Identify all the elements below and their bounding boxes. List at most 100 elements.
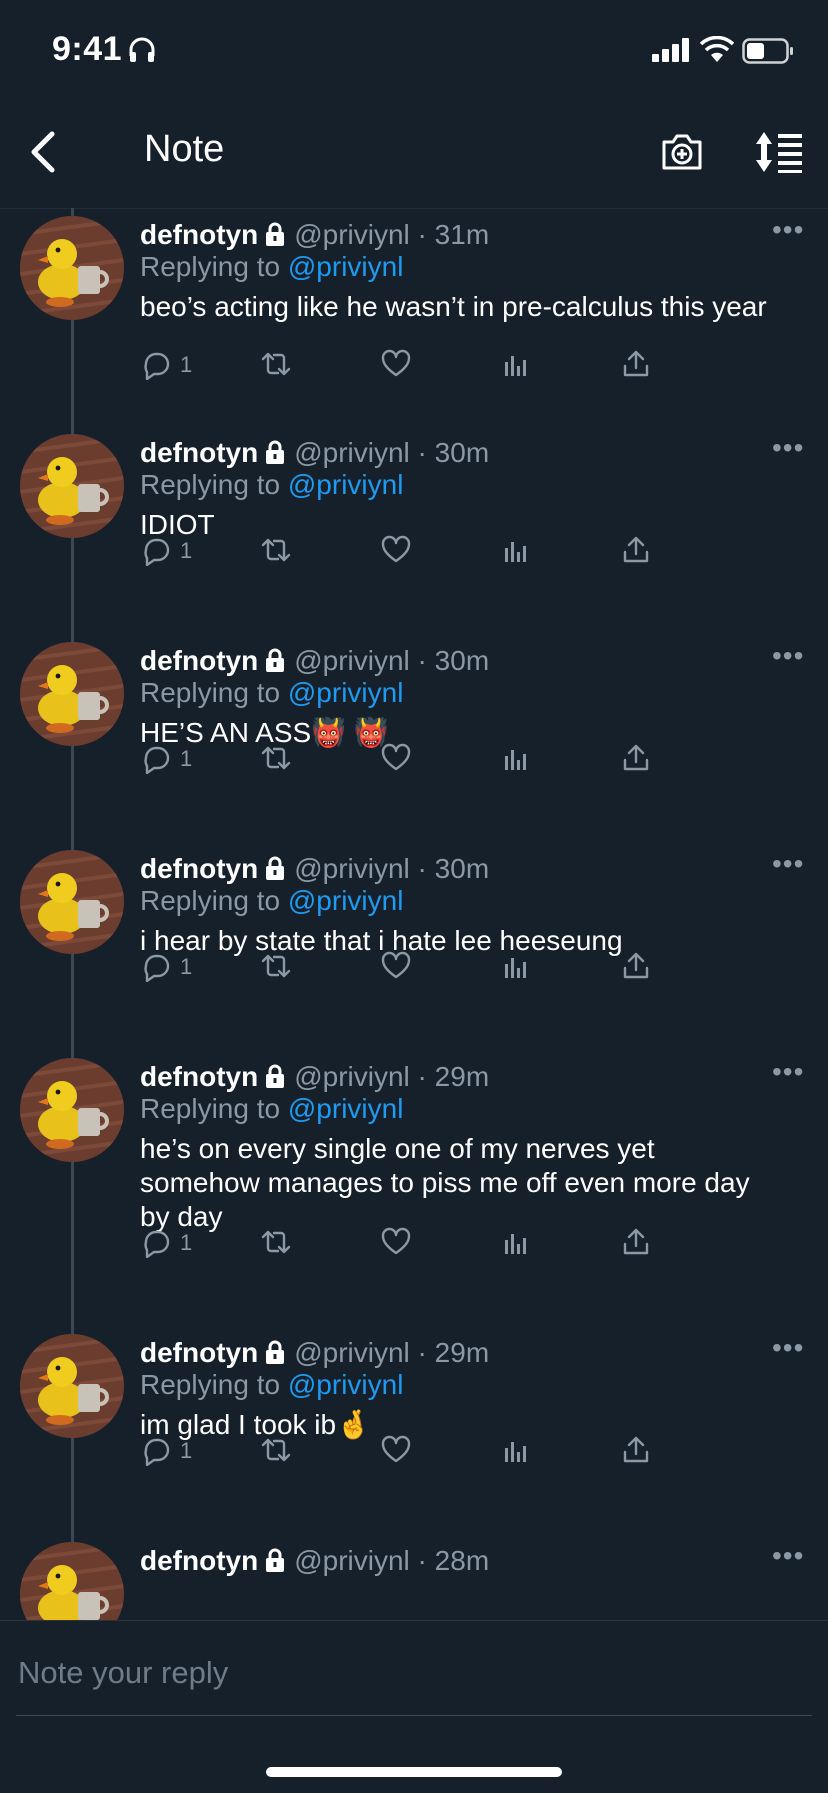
- lock-icon: [262, 1063, 288, 1089]
- back-chevron-icon[interactable]: [26, 128, 62, 176]
- analytics-icon: [500, 958, 532, 986]
- reply-icon: [140, 746, 172, 778]
- tweet-text: he’s on every single one of my nerves ye…: [140, 1133, 750, 1232]
- like-button[interactable]: [380, 348, 412, 388]
- reply-button[interactable]: 1: [140, 1226, 192, 1266]
- tweet-meta: @priviynl · 30m: [294, 437, 490, 468]
- like-icon: [380, 535, 412, 570]
- analytics-button[interactable]: [500, 950, 532, 990]
- analytics-icon: [500, 356, 532, 384]
- share-icon: [620, 744, 652, 778]
- signal-icon: [652, 38, 689, 62]
- analytics-button[interactable]: [500, 1434, 532, 1474]
- like-button[interactable]: [380, 534, 412, 574]
- replying-handle-link[interactable]: @priviynl: [288, 885, 404, 916]
- more-icon[interactable]: •••: [772, 214, 804, 246]
- timestamp: 30m: [434, 853, 490, 884]
- like-button[interactable]: [380, 742, 412, 782]
- replying-label: Replying to: [140, 469, 281, 500]
- more-icon[interactable]: •••: [772, 848, 804, 880]
- retweet-button[interactable]: [260, 1226, 292, 1266]
- display-name[interactable]: defnotyn: [140, 645, 258, 676]
- more-icon[interactable]: •••: [772, 640, 804, 672]
- replying-label: Replying to: [140, 1093, 281, 1124]
- replying-handle-link[interactable]: @priviynl: [288, 251, 404, 282]
- avatar[interactable]: [20, 1334, 124, 1438]
- reply-icon: [140, 1438, 172, 1470]
- avatar[interactable]: [20, 850, 124, 954]
- display-name[interactable]: defnotyn: [140, 1061, 258, 1092]
- like-icon: [380, 1227, 412, 1262]
- analytics-button[interactable]: [500, 742, 532, 782]
- battery-icon: [742, 38, 793, 64]
- replying-handle-link[interactable]: @priviynl: [288, 1369, 404, 1400]
- reply-count: 1: [180, 538, 193, 563]
- timestamp: 30m: [434, 645, 490, 676]
- reply-button[interactable]: 1: [140, 534, 192, 574]
- reply-button[interactable]: 1: [140, 1434, 192, 1474]
- display-name[interactable]: defnotyn: [140, 437, 258, 468]
- replying-label: Replying to: [140, 677, 281, 708]
- avatar[interactable]: [20, 1058, 124, 1162]
- display-name[interactable]: defnotyn: [140, 219, 258, 250]
- replying-to: Replying to @priviynl: [140, 1368, 403, 1402]
- lock-icon: [262, 1339, 288, 1365]
- tweet-meta: @priviynl · 30m: [294, 853, 490, 884]
- lock-icon: [262, 439, 288, 465]
- retweet-button[interactable]: [260, 742, 292, 782]
- tweet-actions: 1: [140, 348, 740, 388]
- retweet-icon: [260, 538, 292, 570]
- replying-handle-link[interactable]: @priviynl: [288, 469, 404, 500]
- camera-icon[interactable]: [660, 130, 704, 174]
- replying-to: Replying to @priviynl: [140, 676, 403, 710]
- reply-button[interactable]: 1: [140, 348, 192, 388]
- wifi-icon: [700, 36, 734, 62]
- username: @priviynl: [294, 437, 410, 468]
- like-button[interactable]: [380, 1434, 412, 1474]
- share-button[interactable]: [620, 742, 652, 782]
- display-name[interactable]: defnotyn: [140, 1545, 258, 1576]
- retweet-button[interactable]: [260, 534, 292, 574]
- more-icon[interactable]: •••: [772, 1332, 804, 1364]
- analytics-button[interactable]: [500, 1226, 532, 1266]
- reply-button[interactable]: 1: [140, 950, 192, 990]
- like-button[interactable]: [380, 950, 412, 990]
- replying-to: Replying to @priviynl: [140, 884, 403, 918]
- like-icon: [380, 1435, 412, 1470]
- replying-handle-link[interactable]: @priviynl: [288, 677, 404, 708]
- username: @priviynl: [294, 1545, 410, 1576]
- timestamp: 30m: [434, 437, 490, 468]
- share-button[interactable]: [620, 534, 652, 574]
- analytics-button[interactable]: [500, 534, 532, 574]
- more-icon[interactable]: •••: [772, 1540, 804, 1572]
- share-button[interactable]: [620, 1434, 652, 1474]
- avatar[interactable]: [20, 642, 124, 746]
- display-name[interactable]: defnotyn: [140, 1337, 258, 1368]
- tweet-header: defnotyn @priviynl · 29m: [140, 1336, 489, 1370]
- share-button[interactable]: [620, 348, 652, 388]
- tweet-text: beo’s acting like he wasn’t in pre-calcu…: [140, 291, 767, 322]
- tweet-actions: 1: [140, 534, 740, 574]
- more-icon[interactable]: •••: [772, 432, 804, 464]
- avatar[interactable]: [20, 1542, 124, 1620]
- display-name[interactable]: defnotyn: [140, 853, 258, 884]
- home-indicator[interactable]: [266, 1767, 562, 1777]
- share-button[interactable]: [620, 1226, 652, 1266]
- retweet-button[interactable]: [260, 348, 292, 388]
- share-button[interactable]: [620, 950, 652, 990]
- tweet-actions: 1: [140, 742, 740, 782]
- retweet-button[interactable]: [260, 950, 292, 990]
- lock-icon: [262, 221, 288, 247]
- replying-handle-link[interactable]: @priviynl: [288, 1093, 404, 1124]
- sort-icon[interactable]: [754, 130, 804, 174]
- more-icon[interactable]: •••: [772, 1056, 804, 1088]
- avatar[interactable]: [20, 434, 124, 538]
- reply-input[interactable]: [16, 1641, 816, 1705]
- reply-button[interactable]: 1: [140, 742, 192, 782]
- retweet-button[interactable]: [260, 1434, 292, 1474]
- lock-icon: [262, 855, 288, 881]
- analytics-button[interactable]: [500, 348, 532, 388]
- reply-icon: [140, 954, 172, 986]
- avatar[interactable]: [20, 216, 124, 320]
- like-button[interactable]: [380, 1226, 412, 1266]
